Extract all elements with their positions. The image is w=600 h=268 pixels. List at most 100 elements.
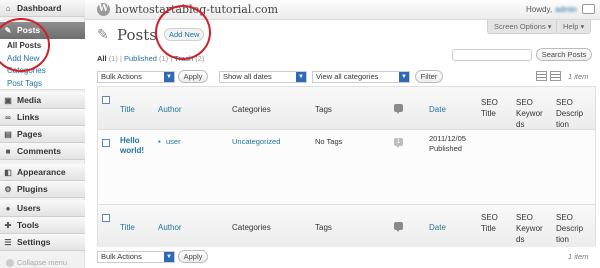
links-icon: ∞ [5,113,11,122]
sidebar-item-label: Comments [17,146,61,156]
sidebar-item-media[interactable]: ▣ Media [0,92,85,109]
column-seo-keywords-line: Keywor [516,224,543,233]
user-name[interactable]: admin [555,5,577,14]
bulk-actions-select-bottom[interactable]: Bulk Actions ▼ [97,251,175,263]
post-title-line: world! [120,146,144,155]
sidebar-item-comments[interactable]: ■ Comments [0,143,85,160]
column-categories: Categories [232,105,271,114]
column-seo-description-line: SEO [556,213,573,222]
categories-value: View all categories [316,72,379,81]
post-categories[interactable]: Uncategorized [232,137,280,147]
howdy-greeting: Howdy, admin [526,5,577,14]
column-seo-description-line: tion [556,235,569,244]
comments-column-icon[interactable] [394,222,403,232]
post-date-cell: 2011/12/05 Published [429,134,466,154]
column-seo-title: SEO Title [481,212,498,234]
sidebar-item-plugins[interactable]: ⚙ Plugins [0,181,85,198]
column-seo-title: SEO Title [481,97,498,119]
logout-dropdown-icon[interactable] [582,4,595,14]
posts-pin-icon: ✎ [97,26,109,42]
column-seo-description-line: SEO [556,98,573,107]
help-tab[interactable]: Help ▾ [556,20,592,34]
page-title: Posts [117,26,157,44]
bulk-actions-select[interactable]: Bulk Actions ▼ [97,71,175,83]
wordpress-logo-icon[interactable]: W [97,3,110,16]
sidebar-item-users[interactable]: ● Users [0,200,85,217]
search-posts-button[interactable]: Search Posts [536,48,592,61]
select-all-checkbox[interactable] [102,214,110,222]
post-author[interactable]: user [166,137,181,147]
items-count: 1 item [568,72,589,81]
table-header: Title Author Categories Tags Date SEO Ti… [98,87,595,129]
posts-table: Title Author Categories Tags Date SEO Ti… [97,86,596,247]
column-tags: Tags [315,105,332,114]
dates-select[interactable]: Show all dates ▼ [219,71,307,83]
chevron-down-icon: ▼ [399,72,409,82]
screen-options-tab[interactable]: Screen Options ▾ [487,20,559,34]
column-seo-description-line: Descrip [556,109,584,118]
comments-icon: ■ [5,147,11,156]
column-seo-keywords-line: ds [516,235,525,244]
plugins-icon: ⚙ [4,185,12,194]
table-footer: Title Author Categories Tags Date SEO Ti… [98,205,595,247]
column-seo-keywords-line: SEO [516,213,533,222]
sidebar-item-pages[interactable]: ▤ Pages [0,126,85,143]
sidebar-item-label: Users [17,203,41,213]
column-author[interactable]: Author [158,104,182,115]
bulk-actions-value: Bulk Actions [101,72,142,81]
sidebar-item-label: Links [17,112,40,122]
users-icon: ● [5,204,11,213]
sidebar-item-appearance[interactable]: ◧ Appearance [0,164,85,181]
status-all[interactable]: All [97,54,107,63]
apply-button-bottom[interactable]: Apply [178,250,208,263]
column-seo-description: SEO Descrip tion [556,97,583,130]
sidebar-item-dashboard[interactable]: ⌂ Dashboard [0,0,85,17]
collapse-menu[interactable]: Collapse menu [6,258,68,268]
chevron-down-icon: ▼ [296,72,306,82]
column-seo-keywords-line: Keywor [516,109,543,118]
comments-column-icon[interactable] [394,104,403,114]
post-tags: No Tags [315,137,343,146]
collapse-label: Collapse menu [17,258,68,267]
sidebar-item-label: Plugins [17,184,48,194]
column-date[interactable]: Date [429,222,446,233]
sidebar-item-label: Dashboard [17,3,62,13]
select-all-checkbox[interactable] [102,96,110,104]
post-date: 2011/12/05 [429,134,466,143]
table-row: Hello world! ▪ user Uncategorized No Tag… [98,129,595,205]
column-seo-title-line: Title [481,109,496,118]
settings-icon: ☰ [4,238,12,247]
column-seo-description: SEO Descrip tion [556,212,583,245]
dashboard-icon: ⌂ [5,4,11,13]
categories-select[interactable]: View all categories ▼ [312,71,410,83]
submenu-post-tags[interactable]: Post Tags [7,79,42,88]
collapse-icon [6,259,14,268]
appearance-icon: ◧ [4,168,12,177]
sidebar-item-tools[interactable]: ✚ Tools [0,217,85,234]
apply-button[interactable]: Apply [178,70,208,83]
column-title[interactable]: Title [120,104,135,115]
list-view-icon[interactable] [536,71,547,81]
filter-button[interactable]: Filter [415,70,443,83]
column-seo-keywords: SEO Keywor ds [516,97,543,130]
sidebar-item-settings[interactable]: ☰ Settings [0,234,85,251]
post-title-link[interactable]: Hello world! [120,136,144,156]
column-seo-description-line: Descrip [556,224,584,233]
annotation-circle-add-new [155,5,211,60]
sidebar-item-label: Appearance [17,167,66,177]
column-date[interactable]: Date [429,104,446,115]
chevron-down-icon: ▼ [164,252,174,262]
status-published[interactable]: Published [124,54,157,63]
row-checkbox[interactable] [102,139,110,147]
column-author[interactable]: Author [158,222,182,233]
sidebar-item-links[interactable]: ∞ Links [0,109,85,126]
excerpt-view-icon[interactable] [550,71,561,81]
search-input[interactable] [452,49,532,61]
post-title-line: Hello [120,136,140,145]
sidebar-item-label: Media [17,95,42,105]
column-seo-keywords-line: SEO [516,98,533,107]
column-seo-keywords: SEO Keywor ds [516,212,543,245]
column-title[interactable]: Title [120,222,135,233]
admin-header: W howtostartablog-tutorial.com Howdy, adm… [0,0,600,20]
comment-count-icon[interactable]: 1 [394,138,403,148]
